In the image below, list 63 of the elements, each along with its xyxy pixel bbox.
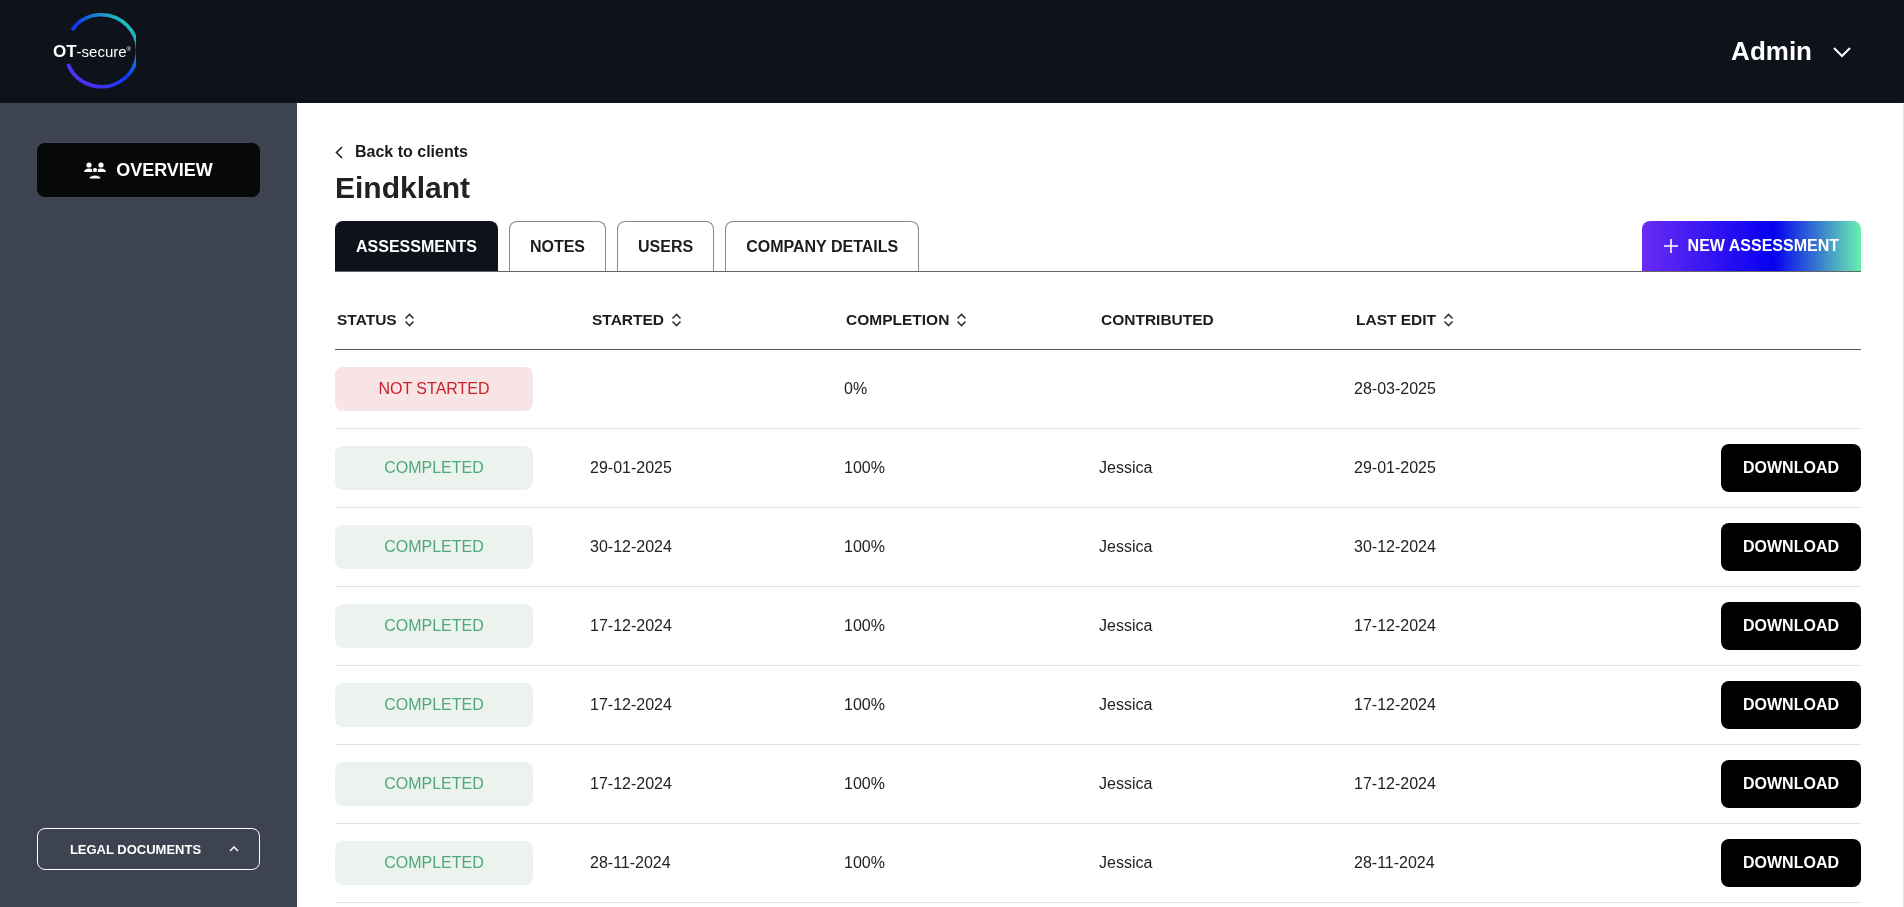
- chevron-up-icon: [229, 846, 240, 852]
- tab[interactable]: NOTES: [508, 221, 607, 271]
- table-cell: 30-12-2024: [1354, 538, 1436, 555]
- user-menu[interactable]: Admin: [1731, 36, 1852, 67]
- table-cell: 29-01-2025: [1354, 459, 1436, 476]
- sort-icon[interactable]: [1443, 312, 1455, 327]
- table-cell: 100%: [844, 696, 885, 713]
- download-button[interactable]: DOWNLOAD: [1721, 444, 1861, 492]
- download-button[interactable]: DOWNLOAD: [1721, 681, 1861, 729]
- table-cell: 17-12-2024: [1354, 696, 1436, 713]
- table-cell: Jessica: [1099, 696, 1153, 713]
- table-cell: 29-01-2025: [590, 459, 672, 476]
- table-cell: Jessica: [1099, 538, 1153, 555]
- status-badge: COMPLETED: [335, 446, 533, 490]
- chevron-down-icon: [1832, 45, 1852, 58]
- table-cell: 100%: [844, 775, 885, 792]
- column-header[interactable]: LAST EDIT: [1354, 310, 1455, 329]
- table-cell: 28-11-2024: [1354, 854, 1435, 871]
- status-badge: COMPLETED: [335, 841, 533, 885]
- status-badge: COMPLETED: [335, 604, 533, 648]
- status-badge: COMPLETED: [335, 525, 533, 569]
- table-cell: 17-12-2024: [590, 696, 672, 713]
- table-cell: Jessica: [1099, 459, 1153, 476]
- column-header: CONTRIBUTED: [1100, 310, 1214, 329]
- status-badge: COMPLETED: [335, 683, 533, 727]
- tab[interactable]: ASSESSMENTS: [335, 221, 498, 271]
- legal-documents-button[interactable]: LEGAL DOCUMENTS: [37, 828, 260, 870]
- table-cell: 100%: [844, 617, 885, 634]
- table-cell: 17-12-2024: [1354, 617, 1436, 634]
- table-cell: Jessica: [1099, 775, 1153, 792]
- download-button[interactable]: DOWNLOAD: [1721, 523, 1861, 571]
- chevron-left-icon: [335, 145, 343, 159]
- table-cell: 100%: [844, 854, 885, 871]
- status-badge: NOT STARTED: [335, 367, 533, 411]
- sort-icon[interactable]: [956, 312, 968, 327]
- table-cell: 100%: [844, 459, 885, 476]
- users-icon: [84, 161, 107, 179]
- nav-item[interactable]: OVERVIEW: [37, 143, 260, 197]
- table-cell: 17-12-2024: [1354, 775, 1436, 792]
- logo-text: OT-secure$^{®}$: [52, 41, 132, 62]
- page-title: Eindklant: [335, 171, 471, 205]
- tab[interactable]: USERS: [617, 221, 715, 271]
- tab[interactable]: COMPANY DETAILS: [725, 221, 920, 271]
- table-cell: Jessica: [1099, 617, 1153, 634]
- table-cell: 28-11-2024: [590, 854, 671, 871]
- download-button[interactable]: DOWNLOAD: [1721, 839, 1861, 887]
- table-cell: 100%: [844, 538, 885, 555]
- table-cell: 17-12-2024: [590, 617, 672, 634]
- column-header[interactable]: COMPLETION: [844, 310, 968, 329]
- download-button[interactable]: DOWNLOAD: [1721, 602, 1861, 650]
- table-cell: 0%: [844, 380, 868, 397]
- download-button[interactable]: DOWNLOAD: [1721, 760, 1861, 808]
- sort-icon[interactable]: [671, 312, 683, 327]
- table-cell: 28-03-2025: [1354, 380, 1436, 397]
- plus-icon: [1663, 239, 1678, 253]
- table-cell: 17-12-2024: [590, 775, 672, 792]
- sort-icon[interactable]: [403, 312, 415, 327]
- back-link[interactable]: Back to clients: [335, 143, 468, 161]
- column-header[interactable]: STARTED: [590, 310, 683, 329]
- table-cell: Jessica: [1099, 854, 1153, 871]
- status-badge: COMPLETED: [335, 762, 533, 806]
- table-cell: 30-12-2024: [590, 538, 672, 555]
- column-header[interactable]: STATUS: [335, 310, 415, 329]
